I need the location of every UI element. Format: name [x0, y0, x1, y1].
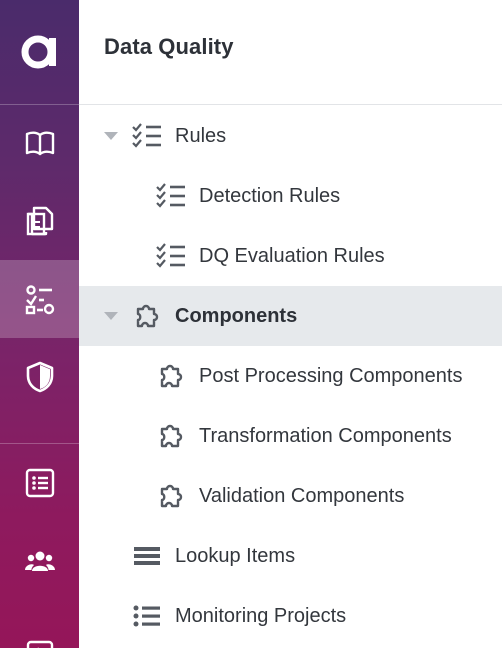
tree-item-lookup-items[interactable]: Lookup Items [79, 526, 502, 586]
side-navigation-rail [0, 0, 79, 648]
shield-icon [26, 361, 53, 393]
tree-item-label: Lookup Items [175, 545, 296, 567]
tree-item-rules[interactable]: Rules [79, 106, 502, 166]
tree-item-label: Monitoring Projects [175, 605, 347, 627]
tree-item-label: Post Processing Components [199, 365, 463, 387]
tree-item-validation-components[interactable]: Validation Components [79, 466, 502, 526]
ataccama-logo-icon [21, 35, 56, 69]
nav-item-monitoring[interactable] [0, 600, 79, 648]
tree-item-label: DQ Evaluation Rules [199, 245, 385, 267]
puzzle-icon [132, 301, 162, 331]
tree-item-label: Rules [175, 125, 227, 147]
nav-item-users[interactable] [0, 522, 79, 600]
nav-item-documents[interactable] [0, 182, 79, 260]
tree-item-label: Components [175, 305, 298, 327]
nav-item-data-quality[interactable] [0, 260, 79, 338]
nav-item-glossary[interactable] [0, 104, 79, 182]
tree-item-dq-evaluation-rules[interactable]: DQ Evaluation Rules [79, 226, 502, 286]
app-logo[interactable] [0, 0, 79, 104]
puzzle-icon [156, 481, 186, 511]
tree-item-transformation-components[interactable]: Transformation Components [79, 406, 502, 466]
header-divider [79, 104, 502, 105]
expand-caret-icon[interactable] [104, 132, 118, 140]
tree-item-label: Transformation Components [199, 425, 452, 447]
monitor-icon [26, 640, 53, 648]
tree-item-label: Detection Rules [199, 185, 341, 207]
tree-item-monitoring-projects[interactable]: Monitoring Projects [79, 586, 502, 646]
list-icon [25, 468, 54, 498]
tree-item-label: Validation Components [199, 485, 405, 507]
book-icon [25, 131, 54, 156]
page-title: Data Quality [104, 34, 234, 59]
rules-icon [25, 285, 54, 315]
checklist-icon [156, 241, 186, 271]
tree-item-components[interactable]: Components [79, 286, 502, 346]
checklist-icon [156, 181, 186, 211]
nav-item-security[interactable] [0, 338, 79, 416]
tree-item-post-processing-components[interactable]: Post Processing Components [79, 346, 502, 406]
documents-icon [26, 206, 53, 236]
data-quality-panel: Data Quality Rules Detection Rules DQ Ev… [79, 0, 502, 648]
bullet-list-icon [132, 601, 162, 631]
expand-caret-icon[interactable] [104, 312, 118, 320]
checklist-icon [132, 121, 162, 151]
puzzle-icon [156, 361, 186, 391]
lines-icon [132, 541, 162, 571]
users-icon [24, 551, 55, 571]
nav-item-tasks[interactable] [0, 444, 79, 522]
tree-item-detection-rules[interactable]: Detection Rules [79, 166, 502, 226]
puzzle-icon [156, 421, 186, 451]
